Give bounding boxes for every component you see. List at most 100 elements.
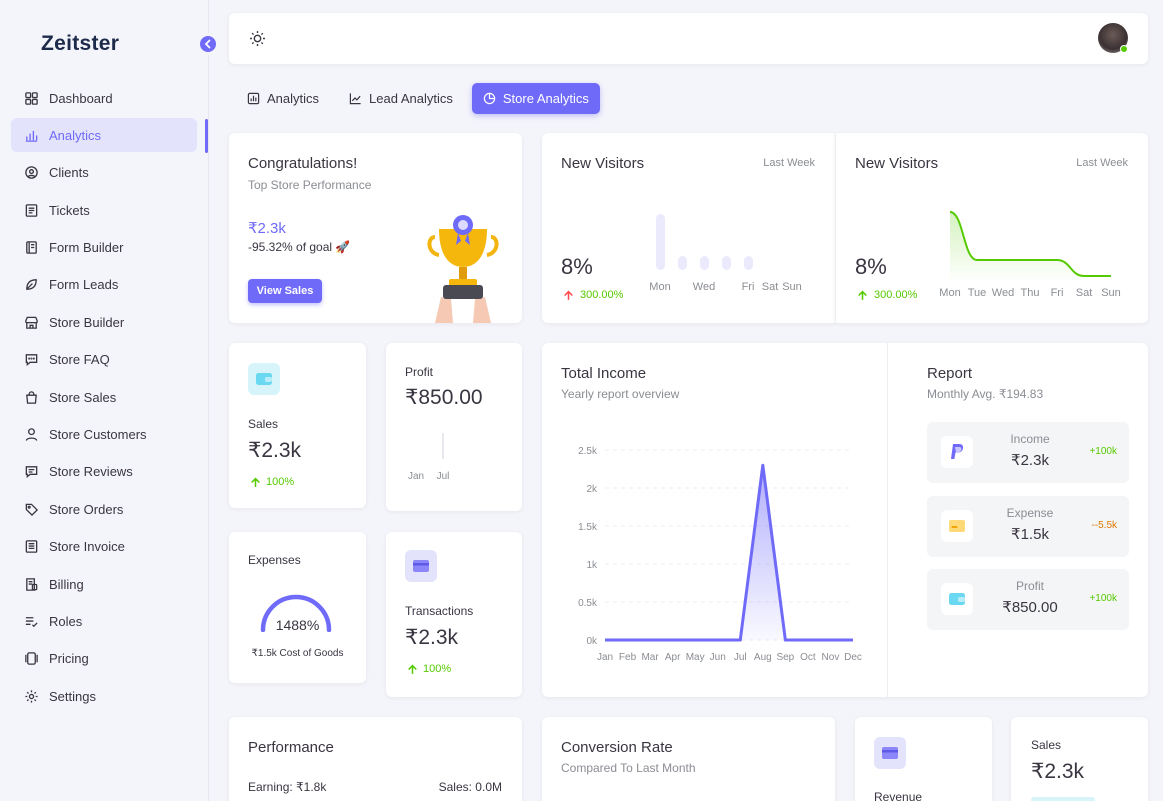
income-x-tick: Jan	[597, 652, 613, 663]
performance-earning: Earning: ₹1.8k	[248, 780, 327, 794]
active-indicator	[205, 119, 208, 153]
performance-sales: Sales: 0.0M	[438, 780, 502, 794]
sales-value: ₹2.3k	[248, 439, 302, 462]
sidebar-item-analytics[interactable]: Analytics	[11, 118, 197, 153]
profit-value: ₹850.00	[405, 386, 483, 409]
ticket-icon	[25, 203, 38, 217]
report-value: ₹1.5k	[1011, 526, 1049, 543]
sales-change: 100%	[250, 476, 294, 488]
sidebar-item-store-invoice[interactable]: Store Invoice	[11, 530, 197, 564]
tab-store-analytics[interactable]: Store Analytics	[471, 83, 600, 114]
income-title: Total Income	[561, 365, 647, 382]
sidebar-item-store-orders[interactable]: Store Orders	[11, 492, 197, 526]
income-subtitle: Yearly report overview	[561, 387, 680, 401]
tab-label: Analytics	[267, 91, 320, 106]
app-logo[interactable]: Zeitster	[41, 32, 119, 56]
congratulations-card: Congratulations! Top Store Performance ₹…	[229, 133, 522, 323]
sales-card: Sales ₹2.3k 100%	[229, 343, 366, 508]
arrow-up-icon	[251, 477, 260, 487]
sales-card-2: Sales ₹2.3k	[1011, 717, 1148, 801]
credit-card-icon	[874, 737, 906, 769]
sidebar-item-billing[interactable]: Billing	[11, 567, 197, 601]
income-y-tick: 2k	[586, 484, 598, 495]
visitors-bar	[722, 256, 731, 270]
sidebar-collapse-button[interactable]	[197, 33, 219, 55]
leaf-icon	[26, 279, 37, 291]
tab-label: Lead Analytics	[369, 91, 453, 106]
report-value: ₹850.00	[1002, 599, 1058, 616]
view-sales-button[interactable]: View Sales	[248, 279, 322, 303]
total-income-card: Total Income Yearly report overview 0k 0.…	[542, 343, 1148, 697]
sidebar-item-label: Store Orders	[49, 501, 124, 517]
transactions-change: 100%	[407, 663, 451, 675]
arrow-up-icon	[408, 664, 417, 674]
expenses-card: Expenses 1488% ₹1.5k Cost of Goods	[229, 532, 366, 683]
visitors-x-tick: Sat	[762, 281, 779, 293]
sidebar-item-store-customers[interactable]: Store Customers	[11, 418, 197, 452]
sidebar-item-clients[interactable]: Clients	[11, 156, 197, 190]
tab-lead-analytics[interactable]: Lead Analytics	[338, 83, 464, 114]
tab-analytics[interactable]: Analytics	[236, 83, 330, 114]
income-x-tick: May	[686, 652, 705, 663]
visitors-change-value: 300.00%	[580, 289, 624, 301]
chevron-left-icon	[204, 39, 211, 49]
income-line	[605, 463, 853, 642]
report-value: ₹2.3k	[1011, 452, 1049, 469]
sales-label: Sales	[1031, 738, 1062, 752]
user-icon	[25, 428, 38, 441]
visitors-area	[950, 212, 1111, 283]
sidebar-item-pricing[interactable]: Pricing	[11, 642, 197, 676]
sidebar-item-label: Pricing	[49, 651, 89, 667]
sidebar-item-dashboard[interactable]: Dashboard	[11, 81, 197, 115]
avatar[interactable]	[1098, 23, 1128, 53]
conversion-card: Conversion Rate Compared To Last Month	[542, 717, 835, 801]
income-area	[605, 465, 853, 640]
sidebar-item-store-faq[interactable]: Store FAQ	[11, 343, 197, 377]
sales-change-value: 100%	[266, 476, 295, 488]
top-bar	[229, 13, 1148, 64]
income-y-tick: 1.5k	[578, 522, 598, 533]
grid-icon	[25, 91, 38, 105]
user-circle-icon	[25, 166, 38, 180]
profit-x-tick: Jan	[408, 471, 424, 482]
visitors-x-tick: Wed	[693, 281, 715, 293]
expenses-caption: ₹1.5k Cost of Goods	[251, 648, 344, 659]
report-row-expense: Expense ₹1.5k --5.5k	[927, 496, 1129, 557]
billing-icon	[26, 577, 38, 591]
sidebar-item-label: Store FAQ	[49, 352, 110, 368]
income-x-tick: Jun	[710, 652, 726, 663]
expenses-percent: 1488%	[275, 617, 320, 633]
arrow-up-icon	[564, 290, 573, 300]
sun-icon[interactable]	[249, 30, 266, 47]
credit-card-icon	[405, 550, 437, 582]
sidebar-item-form-builder[interactable]: Form Builder	[11, 231, 197, 265]
pie-chart-icon	[483, 92, 496, 105]
trophy-illustration	[427, 215, 499, 323]
visitors-bar	[700, 256, 709, 270]
expenses-label: Expenses	[248, 553, 301, 567]
paypal-icon	[941, 436, 973, 468]
sidebar-item-label: Dashboard	[49, 90, 113, 106]
profit-x-tick: Jul	[437, 471, 450, 482]
sidebar-item-roles[interactable]: Roles	[11, 604, 197, 638]
sidebar-item-store-builder[interactable]: Store Builder	[11, 305, 197, 339]
visitors-x-tick: Sun	[782, 281, 802, 293]
sidebar-item-store-reviews[interactable]: Store Reviews	[11, 455, 197, 489]
visitors-period: Last Week	[1076, 157, 1128, 169]
sidebar-item-label: Analytics	[49, 127, 102, 143]
visitors-value: 8%	[855, 254, 887, 279]
sidebar-item-tickets[interactable]: Tickets	[11, 193, 197, 227]
sidebar-item-label: Settings	[49, 688, 96, 704]
sidebar-item-form-leads[interactable]: Form Leads	[11, 268, 197, 302]
tag-icon	[25, 503, 39, 516]
chat-icon	[25, 354, 38, 367]
sidebar-item-label: Store Builder	[49, 314, 125, 330]
visitors-period: Last Week	[763, 157, 815, 169]
income-chart: 0k 0.5k 1k 1.5k 2k 2.5k Jan Feb Mar Apr May Jun Jul A…	[578, 446, 862, 663]
income-x-tick: Nov	[822, 652, 840, 663]
sidebar-item-settings[interactable]: Settings	[11, 679, 197, 713]
analytics-tabs: Analytics Lead Analytics Store Analytics	[236, 83, 600, 114]
sidebar-item-label: Roles	[49, 613, 83, 629]
sidebar-item-store-sales[interactable]: Store Sales	[11, 380, 197, 414]
report-row-income: Income ₹2.3k +100k	[927, 422, 1129, 483]
